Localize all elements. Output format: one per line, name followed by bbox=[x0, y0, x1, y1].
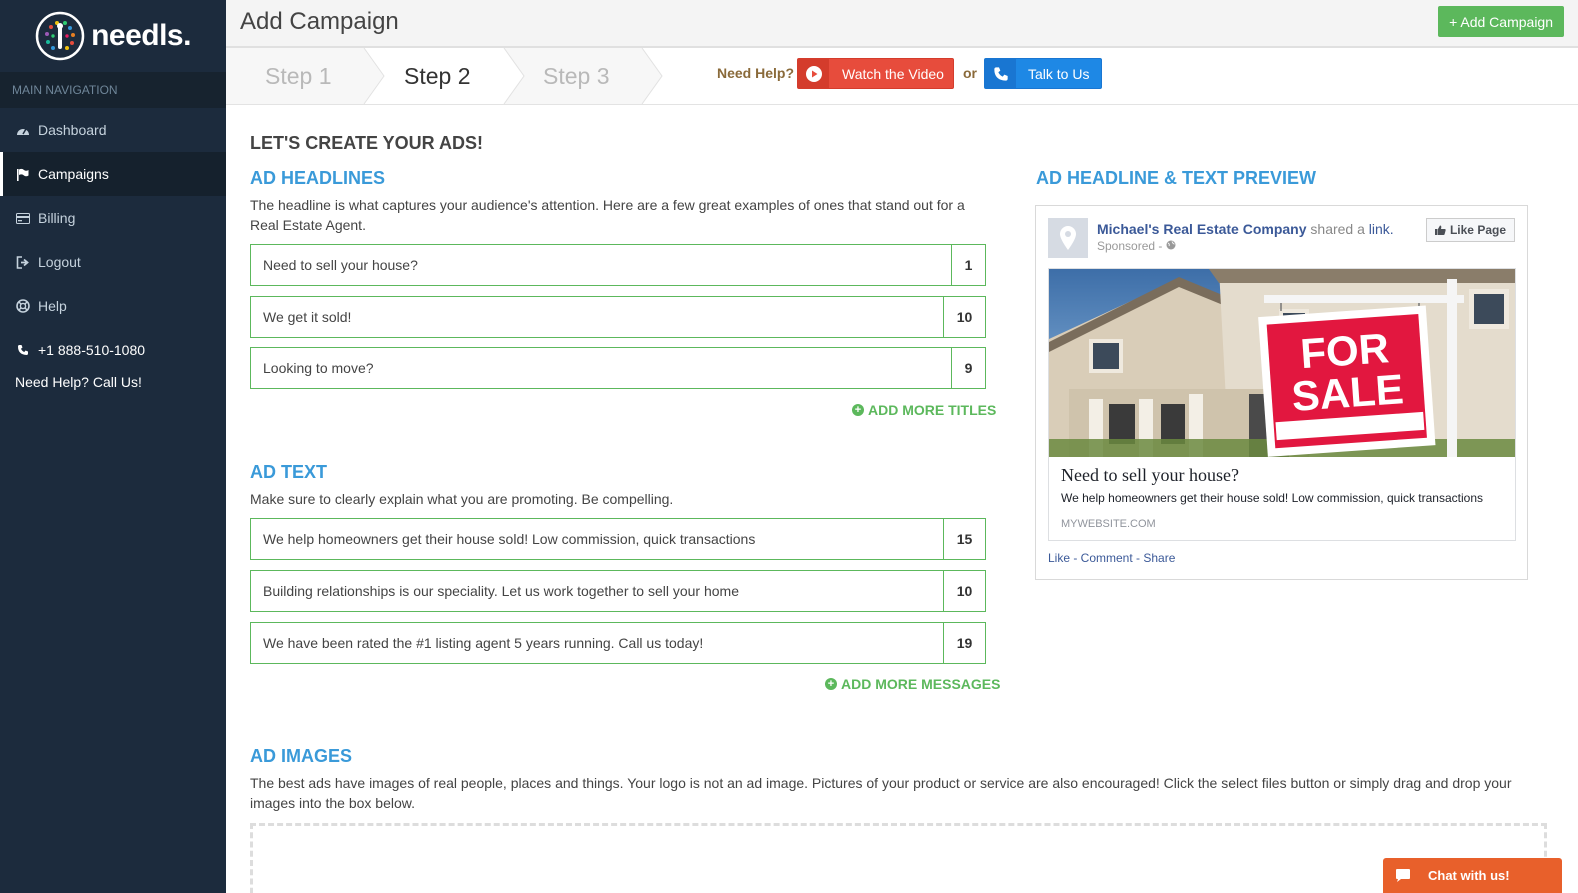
preview-domain: MYWEBSITE.COM bbox=[1061, 518, 1156, 530]
needls-logo-icon bbox=[35, 11, 85, 61]
ad-text-input[interactable]: Building relationships is our speciality… bbox=[251, 583, 943, 599]
map-pin-icon bbox=[1060, 226, 1076, 250]
preview-company-name[interactable]: Michael's Real Estate Company bbox=[1097, 221, 1307, 237]
headline-input[interactable]: Need to sell your house? bbox=[251, 257, 951, 273]
chat-label: Chat with us! bbox=[1428, 868, 1510, 883]
ad-images-title: AD IMAGES bbox=[250, 746, 353, 766]
nav-header: MAIN NAVIGATION bbox=[0, 72, 226, 108]
sidebar-item-billing[interactable]: Billing bbox=[0, 196, 226, 240]
preview-link-text[interactable]: link. bbox=[1369, 221, 1394, 237]
talk-to-us-label: Talk to Us bbox=[1028, 65, 1090, 82]
page-title: Add Campaign bbox=[240, 8, 399, 35]
sidebar-item-label: Help bbox=[38, 298, 67, 314]
preview-link-card[interactable]: FOR SALE Need to sell your house? We hel… bbox=[1048, 268, 1516, 541]
like-page-button[interactable]: Like Page bbox=[1425, 218, 1515, 242]
ad-headlines-title: AD HEADLINES bbox=[250, 168, 386, 188]
sidebar-item-campaigns[interactable]: Campaigns bbox=[0, 152, 226, 196]
step-chevron-divider bbox=[492, 48, 525, 104]
add-more-messages-button[interactable]: + ADD MORE MESSAGES bbox=[825, 676, 1000, 692]
char-count: 10 bbox=[943, 571, 985, 611]
for-sale-house-image: FOR SALE bbox=[1049, 269, 1515, 457]
sidebar-item-label: Campaigns bbox=[38, 166, 109, 182]
step-1-tab[interactable]: Step 1 bbox=[226, 48, 364, 104]
add-more-titles-button[interactable]: + ADD MORE TITLES bbox=[852, 402, 996, 418]
headline-input[interactable]: Looking to move? bbox=[251, 360, 951, 376]
char-count: 10 bbox=[943, 297, 985, 337]
ad-text-input[interactable]: We help homeowners get their house sold!… bbox=[251, 531, 943, 547]
sign-out-icon bbox=[15, 255, 30, 270]
ad-headlines-description: The headline is what captures your audie… bbox=[250, 197, 965, 233]
image-dropzone[interactable] bbox=[250, 823, 1547, 893]
sponsored-label: Sponsored - bbox=[1097, 239, 1163, 253]
logo[interactable]: needls. bbox=[0, 0, 226, 72]
phone-icon bbox=[985, 59, 1016, 88]
ad-text-description: Make sure to clearly explain what you ar… bbox=[250, 491, 674, 507]
watch-video-label: Watch the Video bbox=[842, 65, 944, 82]
ad-text-input[interactable]: We have been rated the #1 listing agent … bbox=[251, 635, 943, 651]
preview-title: AD HEADLINE & TEXT PREVIEW bbox=[1036, 168, 1317, 188]
sidebar-item-label: Dashboard bbox=[38, 122, 107, 138]
flag-icon bbox=[15, 167, 30, 182]
sidebar: needls. MAIN NAVIGATION Dashboard Campai… bbox=[0, 0, 226, 893]
add-more-titles-label: ADD MORE TITLES bbox=[868, 402, 997, 418]
top-header: Add Campaign + Add Campaign bbox=[226, 0, 1578, 48]
chat-with-us-button[interactable]: Chat with us! bbox=[1383, 858, 1562, 893]
brand-name: needls. bbox=[91, 19, 191, 52]
ad-text-title: AD TEXT bbox=[250, 462, 328, 482]
sidebar-item-help[interactable]: Help bbox=[0, 284, 226, 328]
credit-card-icon bbox=[15, 211, 30, 226]
page-avatar bbox=[1048, 218, 1088, 258]
chat-bubble-icon bbox=[1396, 869, 1410, 882]
sidebar-item-label: Logout bbox=[38, 254, 81, 270]
headline-input[interactable]: We get it sold! bbox=[251, 309, 943, 325]
preview-shared-text: shared a bbox=[1310, 221, 1365, 237]
preview-company-line: Michael's Real Estate Company shared a l… bbox=[1097, 221, 1394, 237]
add-campaign-button[interactable]: + Add Campaign bbox=[1438, 6, 1564, 37]
globe-icon bbox=[1166, 240, 1176, 250]
sign-text-sale: SALE bbox=[1290, 365, 1405, 420]
play-icon bbox=[798, 59, 829, 88]
life-ring-icon bbox=[15, 299, 30, 314]
sidebar-item-dashboard[interactable]: Dashboard bbox=[0, 108, 226, 152]
thumbs-up-icon bbox=[1434, 225, 1446, 235]
talk-to-us-button[interactable]: Talk to Us bbox=[984, 58, 1102, 89]
preview-headline: Need to sell your house? bbox=[1061, 465, 1239, 485]
plus-circle-icon: + bbox=[852, 404, 864, 416]
headline-field[interactable]: Looking to move? 9 bbox=[250, 347, 986, 389]
ad-text-field[interactable]: We help homeowners get their house sold!… bbox=[250, 518, 986, 560]
sidebar-item-logout[interactable]: Logout bbox=[0, 240, 226, 284]
watch-video-button[interactable]: Watch the Video bbox=[797, 58, 954, 89]
phone-number: +1 888-510-1080 bbox=[38, 342, 146, 358]
char-count: 1 bbox=[951, 245, 985, 285]
ad-text-field[interactable]: We have been rated the #1 listing agent … bbox=[250, 622, 986, 664]
phone-icon bbox=[15, 343, 30, 358]
sidebar-phone[interactable]: +1 888-510-1080 bbox=[0, 328, 226, 372]
headline-field[interactable]: We get it sold! 10 bbox=[250, 296, 986, 338]
plus-circle-icon: + bbox=[825, 678, 837, 690]
step-chevron-divider bbox=[352, 48, 385, 104]
preview-sponsored: Sponsored - bbox=[1097, 239, 1176, 253]
steps-bar: Step 1 Step 2 Step 3 Need Help? Watch th… bbox=[226, 48, 1578, 105]
main-title: LET'S CREATE YOUR ADS! bbox=[250, 133, 483, 153]
step-chevron-divider bbox=[630, 48, 663, 104]
char-count: 9 bbox=[951, 348, 985, 388]
add-more-messages-label: ADD MORE MESSAGES bbox=[841, 676, 1001, 692]
call-us-text: Need Help? Call Us! bbox=[15, 374, 142, 390]
sidebar-item-label: Billing bbox=[38, 210, 76, 226]
char-count: 19 bbox=[943, 623, 985, 663]
preview-actions[interactable]: Like - Comment - Share bbox=[1048, 551, 1175, 565]
ad-images-description: The best ads have images of real people,… bbox=[250, 775, 1512, 811]
dashboard-icon bbox=[15, 123, 30, 138]
preview-text: We help homeowners get their house sold!… bbox=[1061, 491, 1483, 505]
ad-text-field[interactable]: Building relationships is our speciality… bbox=[250, 570, 986, 612]
like-page-label: Like Page bbox=[1449, 223, 1506, 237]
ad-preview-card: Michael's Real Estate Company shared a l… bbox=[1035, 205, 1528, 580]
headline-field[interactable]: Need to sell your house? 1 bbox=[250, 244, 986, 286]
or-text: or bbox=[963, 65, 977, 81]
char-count: 15 bbox=[943, 519, 985, 559]
need-help-label: Need Help? bbox=[717, 65, 795, 81]
